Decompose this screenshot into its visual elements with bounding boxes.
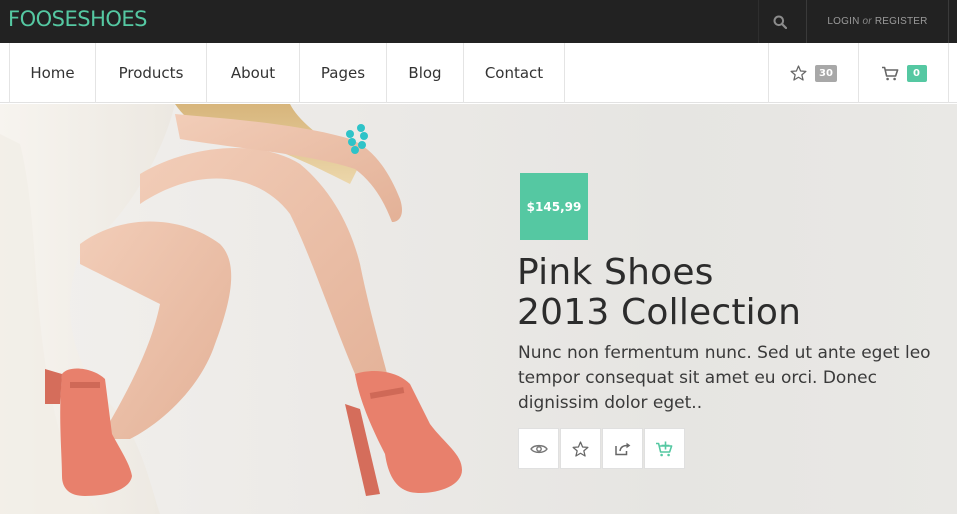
share-button[interactable] <box>602 428 643 469</box>
search-button[interactable] <box>758 0 800 43</box>
hero-title-line-2: 2013 Collection <box>517 292 802 333</box>
price-tag: $145,99 <box>520 173 588 240</box>
nav-item-pages[interactable]: Pages <box>300 43 387 103</box>
login-register: LOGIN or REGISTER <box>806 0 949 43</box>
main-nav: Home Products About Pages Blog Contact 3… <box>0 43 957 103</box>
logo[interactable]: FOOSESHOES <box>8 7 148 31</box>
login-link[interactable]: LOGIN <box>827 16 859 27</box>
login-or-text: or <box>862 16 872 27</box>
hero-title-line-1: Pink Shoes <box>517 252 714 293</box>
nav-item-blog[interactable]: Blog <box>387 43 464 103</box>
add-to-cart-button[interactable] <box>644 428 685 469</box>
cart-count-badge: 0 <box>906 64 927 82</box>
star-icon <box>790 65 807 81</box>
cart-button[interactable]: 0 <box>859 43 949 103</box>
hero-image <box>0 104 462 514</box>
nav-item-home[interactable]: Home <box>9 43 96 103</box>
nav-item-contact[interactable]: Contact <box>464 43 565 103</box>
nav-item-about[interactable]: About <box>207 43 300 103</box>
product-actions <box>518 428 685 469</box>
wishlist-button[interactable]: 30 <box>768 43 859 103</box>
hero-title: Pink Shoes 2013 Collection <box>517 253 947 333</box>
top-bar: FOOSESHOES LOGIN or REGISTER <box>0 0 957 43</box>
nav-item-products[interactable]: Products <box>96 43 207 103</box>
share-icon <box>615 442 631 455</box>
hero-description: Nunc non fermentum nunc. Sed ut ante ege… <box>518 343 931 413</box>
hero-banner: $145,99 Pink Shoes 2013 Collection Nunc … <box>0 104 957 514</box>
add-to-cart-icon <box>656 441 673 456</box>
cart-icon <box>881 66 898 80</box>
register-link[interactable]: REGISTER <box>875 16 928 27</box>
add-to-wishlist-button[interactable] <box>560 428 601 469</box>
star-icon <box>572 440 589 457</box>
eye-icon <box>529 444 548 453</box>
search-icon <box>773 15 787 29</box>
quick-view-button[interactable] <box>518 428 559 469</box>
wishlist-count-badge: 30 <box>815 64 837 82</box>
